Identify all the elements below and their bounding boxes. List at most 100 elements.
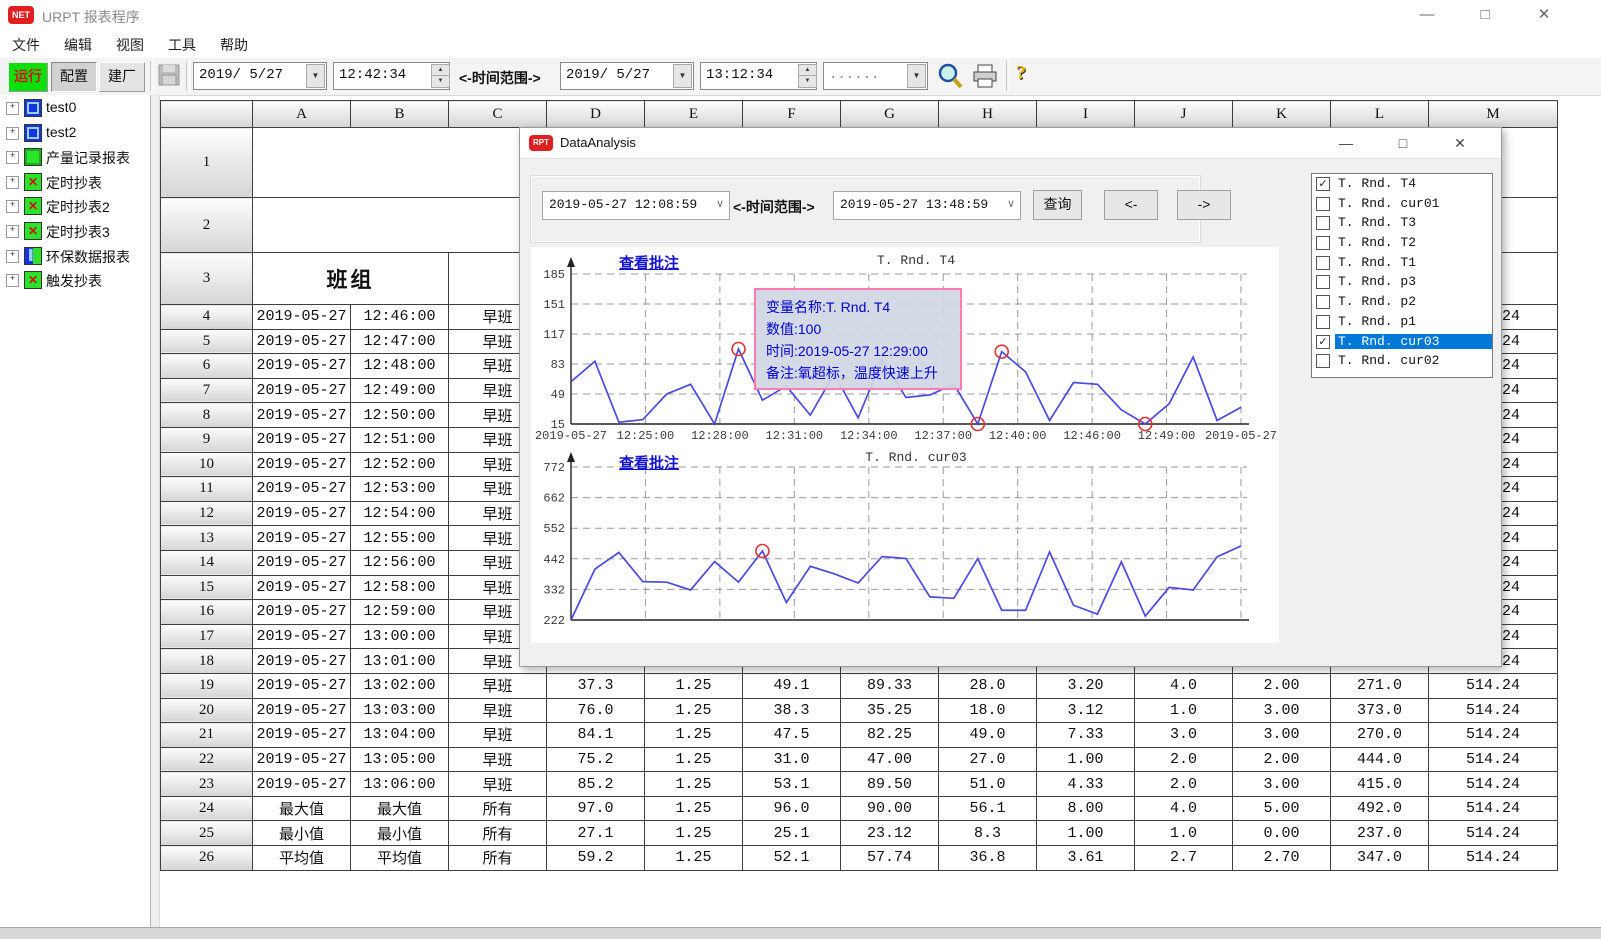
column-header-G[interactable]: G — [841, 101, 939, 128]
table-cell-K19[interactable]: 2.00 — [1233, 673, 1331, 698]
checkbox-icon[interactable]: ✓ — [1316, 335, 1330, 349]
row-header-17[interactable]: 17 — [161, 624, 253, 649]
table-cell-A15[interactable]: 2019-05-27 — [253, 575, 351, 600]
column-header-K[interactable]: K — [1233, 101, 1331, 128]
table-cell-B23[interactable]: 13:06:00 — [351, 772, 449, 797]
table-cell-K21[interactable]: 3.00 — [1233, 723, 1331, 748]
table-cell-M24[interactable]: 514.24 — [1429, 796, 1558, 821]
table-cell-H26[interactable]: 36.8 — [939, 846, 1037, 871]
table-cell-D21[interactable]: 84.1 — [547, 723, 645, 748]
table-cell-F22[interactable]: 31.0 — [743, 747, 841, 772]
table-cell-E20[interactable]: 1.25 — [645, 698, 743, 723]
expand-icon[interactable]: + — [6, 250, 19, 263]
table-cell-A24[interactable]: 最大值 — [253, 796, 351, 821]
next-button[interactable]: -> — [1177, 190, 1231, 220]
end-time-spinner[interactable]: 13:12:34 ▲▼ — [700, 62, 817, 90]
sidebar-item-0[interactable]: +test0 — [0, 95, 150, 120]
table-cell-A26[interactable]: 平均值 — [253, 846, 351, 871]
table-cell-J21[interactable]: 3.0 — [1135, 723, 1233, 748]
row-header-24[interactable]: 24 — [161, 796, 253, 821]
expand-icon[interactable]: + — [6, 127, 19, 140]
series-item-t-rnd-p3[interactable]: T. Rnd. p3 — [1312, 272, 1492, 292]
table-cell-B14[interactable]: 12:56:00 — [351, 550, 449, 575]
table-cell-B6[interactable]: 12:48:00 — [351, 354, 449, 379]
table-cell-H23[interactable]: 51.0 — [939, 772, 1037, 797]
table-cell-L22[interactable]: 444.0 — [1331, 747, 1429, 772]
series-item-t-rnd-cur01[interactable]: T. Rnd. cur01 — [1312, 194, 1492, 214]
table-cell-C24[interactable]: 所有 — [449, 796, 547, 821]
checkbox-icon[interactable] — [1316, 354, 1330, 368]
table-cell-C25[interactable]: 所有 — [449, 821, 547, 846]
column-header-A[interactable]: A — [253, 101, 351, 128]
table-cell-E24[interactable]: 1.25 — [645, 796, 743, 821]
series-item-t-rnd-t2[interactable]: T. Rnd. T2 — [1312, 233, 1492, 253]
series-item-t-rnd-p1[interactable]: T. Rnd. p1 — [1312, 312, 1492, 332]
table-cell-F23[interactable]: 53.1 — [743, 772, 841, 797]
row-header-11[interactable]: 11 — [161, 477, 253, 502]
table-cell-I20[interactable]: 3.12 — [1037, 698, 1135, 723]
sidebar-item-1[interactable]: +test2 — [0, 120, 150, 145]
table-cell-A25[interactable]: 最小值 — [253, 821, 351, 846]
table-cell-L24[interactable]: 492.0 — [1331, 796, 1429, 821]
table-cell-A7[interactable]: 2019-05-27 — [253, 378, 351, 403]
menu-item-2[interactable]: 视图 — [104, 30, 156, 55]
table-cell-J22[interactable]: 2.0 — [1135, 747, 1233, 772]
minimize-button[interactable]: — — [1412, 4, 1442, 26]
help-icon[interactable]: ? — [1016, 62, 1026, 85]
table-cell-A9[interactable]: 2019-05-27 — [253, 427, 351, 452]
table-cell-G22[interactable]: 47.00 — [841, 747, 939, 772]
table-cell-L20[interactable]: 373.0 — [1331, 698, 1429, 723]
row-header-5[interactable]: 5 — [161, 329, 253, 354]
row-header-10[interactable]: 10 — [161, 452, 253, 477]
table-cell-A8[interactable]: 2019-05-27 — [253, 403, 351, 428]
table-cell-C23[interactable]: 早班 — [449, 772, 547, 797]
table-cell-A4[interactable]: 2019-05-27 — [253, 305, 351, 330]
start-date-picker[interactable]: 2019/ 5/27 ▼ — [193, 62, 327, 90]
table-cell-B10[interactable]: 12:52:00 — [351, 452, 449, 477]
expand-icon[interactable]: + — [6, 151, 19, 164]
table-cell-G25[interactable]: 23.12 — [841, 821, 939, 846]
table-cell-L25[interactable]: 237.0 — [1331, 821, 1429, 846]
table-cell-B17[interactable]: 13:00:00 — [351, 624, 449, 649]
table-cell-F25[interactable]: 25.1 — [743, 821, 841, 846]
table-cell-C21[interactable]: 早班 — [449, 723, 547, 748]
column-header-E[interactable]: E — [645, 101, 743, 128]
series-label[interactable]: T. Rnd. T1 — [1335, 255, 1419, 270]
row-header-16[interactable]: 16 — [161, 600, 253, 625]
spin-down-icon[interactable]: ▼ — [431, 75, 450, 88]
table-cell-M21[interactable]: 514.24 — [1429, 723, 1558, 748]
row-header-26[interactable]: 26 — [161, 846, 253, 871]
table-cell-I22[interactable]: 1.00 — [1037, 747, 1135, 772]
table-cell-K20[interactable]: 3.00 — [1233, 698, 1331, 723]
table-cell-G20[interactable]: 35.25 — [841, 698, 939, 723]
table-cell-M19[interactable]: 514.24 — [1429, 673, 1558, 698]
preset-dropdown[interactable]: ...... ▼ — [823, 62, 928, 90]
table-cell-D24[interactable]: 97.0 — [547, 796, 645, 821]
table-cell-L23[interactable]: 415.0 — [1331, 772, 1429, 797]
series-item-t-rnd-t3[interactable]: T. Rnd. T3 — [1312, 213, 1492, 233]
table-cell-L19[interactable]: 271.0 — [1331, 673, 1429, 698]
table-cell-B5[interactable]: 12:47:00 — [351, 329, 449, 354]
row-header-18[interactable]: 18 — [161, 649, 253, 674]
row-header-23[interactable]: 23 — [161, 772, 253, 797]
table-cell-H22[interactable]: 27.0 — [939, 747, 1037, 772]
table-cell-A20[interactable]: 2019-05-27 — [253, 698, 351, 723]
table-cell-A19[interactable]: 2019-05-27 — [253, 673, 351, 698]
row-header-1[interactable]: 1 — [161, 128, 253, 198]
query-button[interactable]: 查询 — [1033, 190, 1082, 220]
table-cell-G23[interactable]: 89.50 — [841, 772, 939, 797]
table-cell-B24[interactable]: 最大值 — [351, 796, 449, 821]
column-header-C[interactable]: C — [449, 101, 547, 128]
table-cell-B15[interactable]: 12:58:00 — [351, 575, 449, 600]
dialog-minimize-button[interactable]: — — [1329, 132, 1363, 154]
table-cell-F24[interactable]: 96.0 — [743, 796, 841, 821]
table-cell-C22[interactable]: 早班 — [449, 747, 547, 772]
row-header-14[interactable]: 14 — [161, 550, 253, 575]
row-header-3[interactable]: 3 — [161, 253, 253, 305]
table-cell-F26[interactable]: 52.1 — [743, 846, 841, 871]
table-cell-J19[interactable]: 4.0 — [1135, 673, 1233, 698]
table-cell-A10[interactable]: 2019-05-27 — [253, 452, 351, 477]
table-cell-H24[interactable]: 56.1 — [939, 796, 1037, 821]
search-icon[interactable] — [936, 62, 964, 90]
table-cell-G21[interactable]: 82.25 — [841, 723, 939, 748]
